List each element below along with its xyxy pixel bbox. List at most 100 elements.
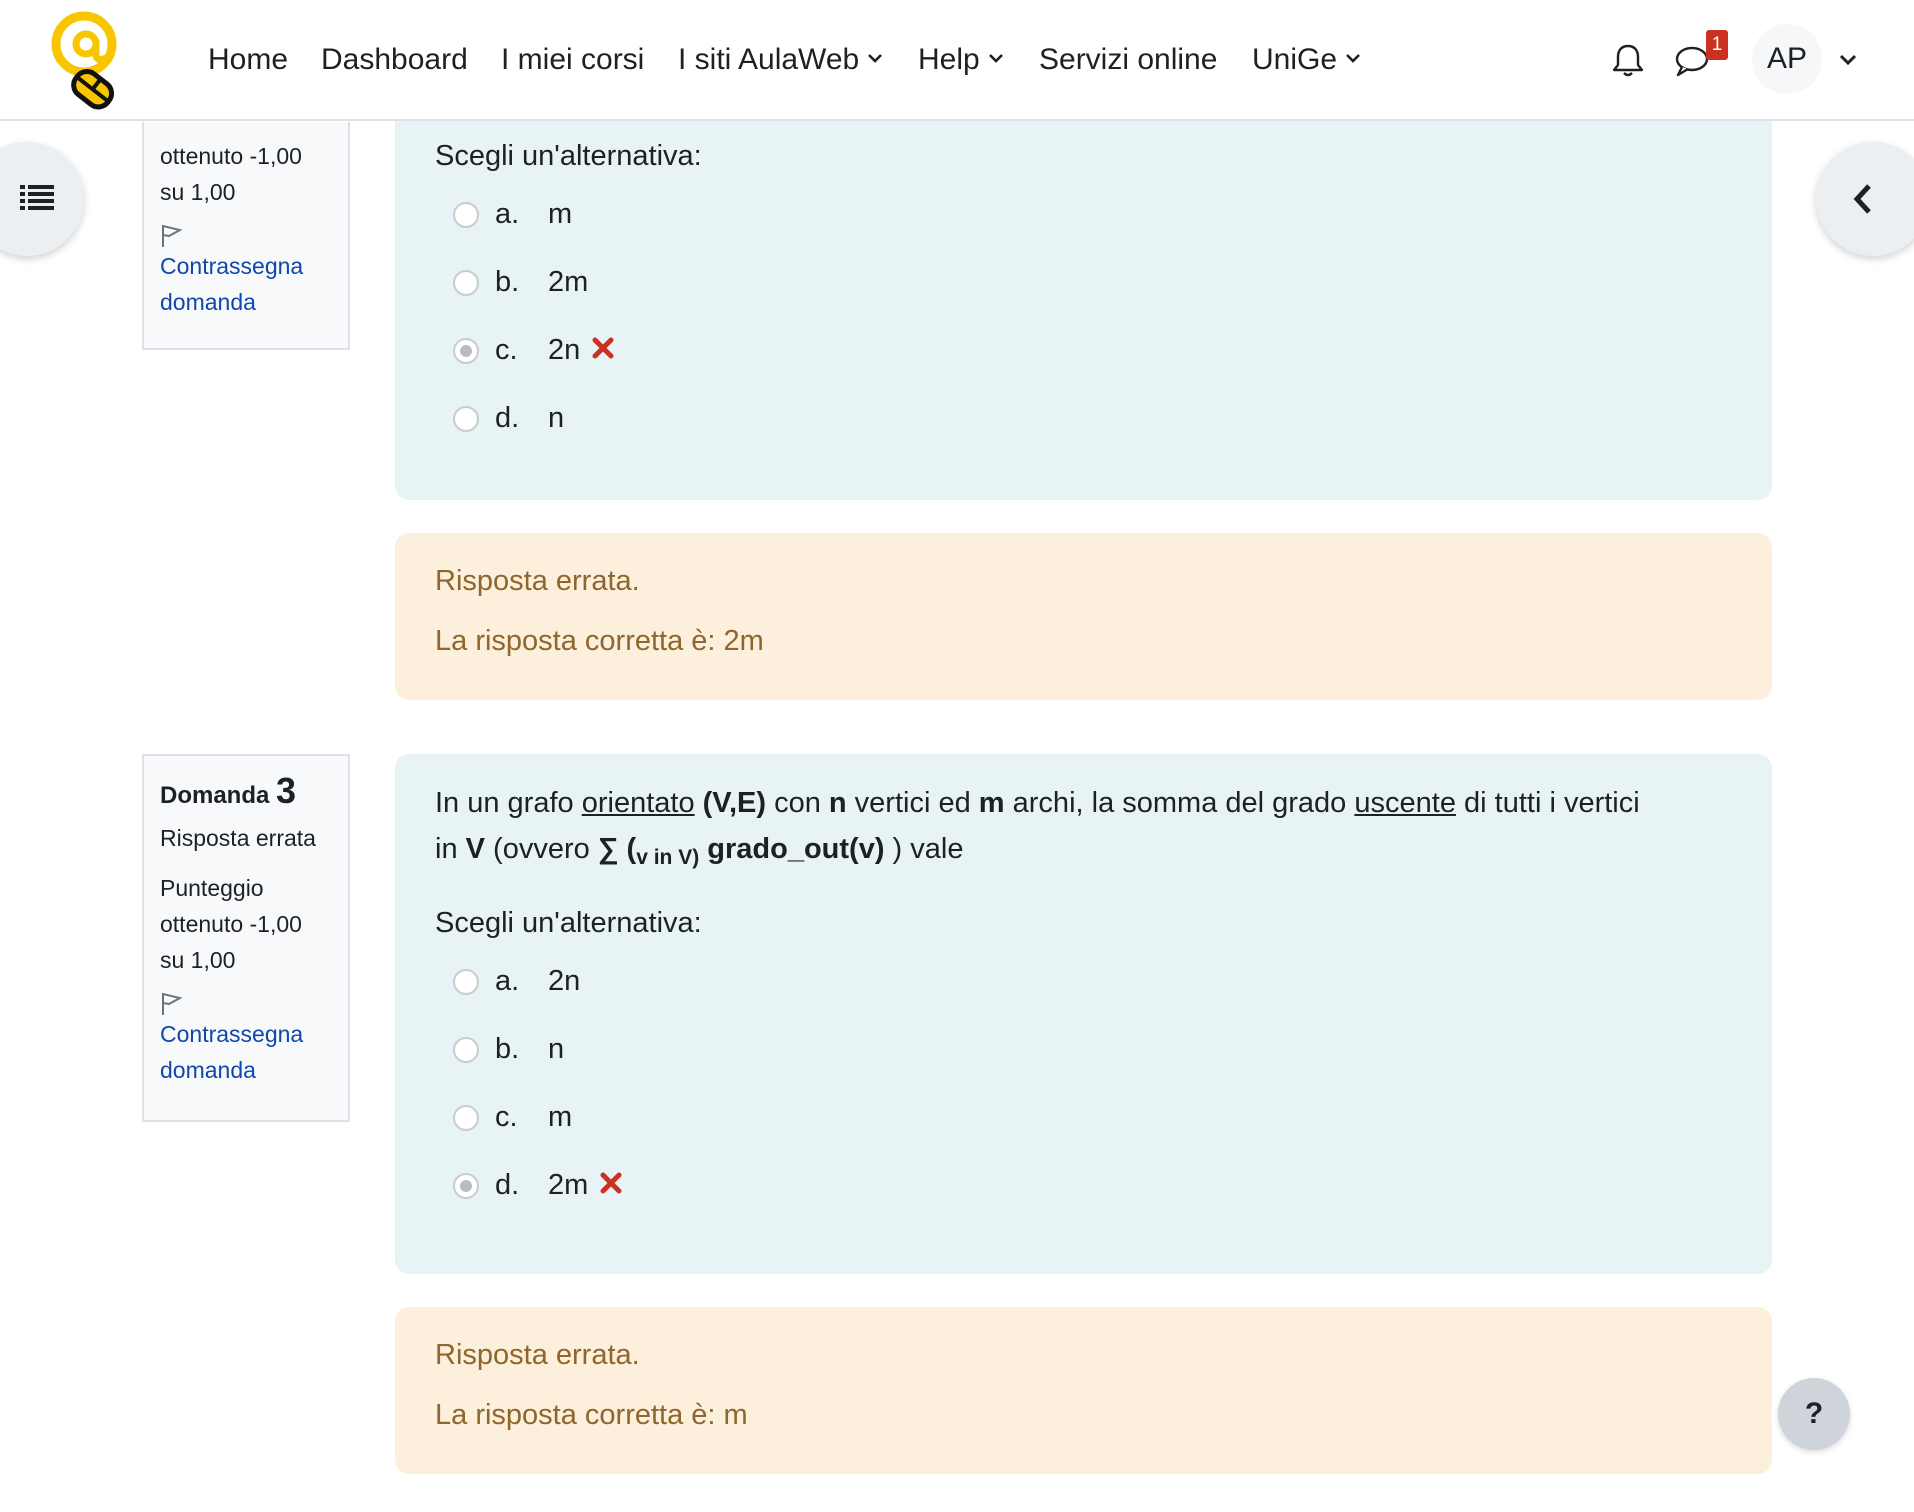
nav-help[interactable]: Help xyxy=(918,40,1004,80)
option-text: 2m xyxy=(548,266,589,298)
block-drawer-toggle[interactable] xyxy=(1816,142,1914,256)
qtext-part: ) vale xyxy=(884,833,964,865)
q3-question-text: In un grafo orientato (V,E) con n vertic… xyxy=(435,780,1732,881)
flag-link-line1: Contrassegna xyxy=(160,253,304,279)
q2-option-c[interactable]: c. 2n xyxy=(435,318,1732,386)
qtext-part: In un grafo xyxy=(435,787,582,819)
q2-grade-line2: su 1,00 xyxy=(160,179,236,205)
nav-help-label: Help xyxy=(918,43,980,76)
nav-dashboard[interactable]: Dashboard xyxy=(321,40,468,80)
q3-option-c[interactable]: c. m xyxy=(435,1085,1732,1153)
q3-question-panel: In un grafo orientato (V,E) con n vertic… xyxy=(395,754,1772,1274)
q3-right-answer: La risposta corretta è: m xyxy=(435,1399,748,1431)
q3-feedback: Risposta errata. xyxy=(435,1339,640,1371)
qtext-part: vertici ed xyxy=(846,787,979,819)
flag-link-line1: Contrassegna xyxy=(160,1021,304,1047)
course-index-toggle[interactable] xyxy=(0,142,84,256)
nav-aulaweb-sites-label: I siti AulaWeb xyxy=(678,43,860,76)
qtext-part: in xyxy=(435,833,466,865)
option-letter: b. xyxy=(495,1033,520,1065)
nav-home[interactable]: Home xyxy=(208,40,288,80)
radio-button[interactable] xyxy=(453,270,479,296)
flag-question-link[interactable]: Contrassegna domanda xyxy=(160,248,332,320)
q2-option-b[interactable]: b. 2m xyxy=(435,250,1732,318)
option-letter: c. xyxy=(495,1101,518,1133)
nav-unige[interactable]: UniGe xyxy=(1252,40,1361,80)
nav-aulaweb-sites[interactable]: I siti AulaWeb xyxy=(678,40,883,80)
nav-unige-label: UniGe xyxy=(1252,43,1338,76)
radio-button[interactable] xyxy=(453,1037,479,1063)
q3-state: Risposta errata xyxy=(160,825,316,851)
qtext-underlined: uscente xyxy=(1354,787,1456,819)
q3-options: a. 2n b. n c. m d. 2m xyxy=(435,949,1732,1221)
chevron-down-icon xyxy=(1346,54,1360,63)
option-letter: a. xyxy=(495,198,520,230)
radio-button-selected[interactable] xyxy=(453,1173,479,1199)
chevron-down-icon[interactable] xyxy=(1838,52,1858,68)
flag-icon[interactable] xyxy=(160,224,182,248)
q2-grade: ottenuto -1,00 su 1,00 xyxy=(160,138,332,210)
qtext-underlined: orientato xyxy=(581,787,695,819)
q2-grade-line1: ottenuto -1,00 xyxy=(160,143,302,169)
q2-right-answer: La risposta corretta è: 2m xyxy=(435,625,764,657)
q3-grade-line2: su 1,00 xyxy=(160,947,236,973)
aulaweb-logo-icon[interactable] xyxy=(46,10,126,110)
q3-grade: Punteggio ottenuto -1,00 su 1,00 xyxy=(160,870,332,978)
qtext-part: con xyxy=(766,787,829,819)
q3-title: Domanda 3 xyxy=(160,770,332,812)
q3-grade-line1: ottenuto -1,00 xyxy=(160,911,302,937)
radio-button[interactable] xyxy=(453,406,479,432)
option-text: 2n xyxy=(548,965,581,997)
q3-option-a[interactable]: a. 2n xyxy=(435,949,1732,1017)
help-button[interactable]: ? xyxy=(1778,1378,1850,1450)
radio-button[interactable] xyxy=(453,202,479,228)
qtext-bold: (V,E) xyxy=(694,787,767,819)
q2-prompt: Scegli un'alternativa: xyxy=(435,140,702,172)
q2-options: a. m b. 2m c. 2n d. n xyxy=(435,182,1732,454)
nav-online-services[interactable]: Servizi online xyxy=(1039,40,1217,80)
radio-button[interactable] xyxy=(453,1105,479,1131)
q2-option-a[interactable]: a. m xyxy=(435,182,1732,250)
radio-button-selected[interactable] xyxy=(453,338,479,364)
messages-icon[interactable] xyxy=(1674,44,1710,78)
message-count-badge: 1 xyxy=(1706,30,1728,60)
question-info-q2: ottenuto -1,00 su 1,00 Contrassegna doma… xyxy=(142,88,350,350)
qtext-part: di tutti i vertici xyxy=(1455,787,1640,819)
qtext-part: (ovvero xyxy=(484,833,598,865)
nav-my-courses[interactable]: I miei corsi xyxy=(501,40,644,80)
chevron-left-icon xyxy=(1853,184,1871,214)
q2-option-d[interactable]: d. n xyxy=(435,386,1732,454)
top-navbar: Home Dashboard I miei corsi I siti AulaW… xyxy=(0,0,1914,121)
q3-option-b[interactable]: b. n xyxy=(435,1017,1732,1085)
question-number: 3 xyxy=(276,770,297,811)
qtext-subscript: v in V) xyxy=(636,846,700,869)
list-icon xyxy=(20,185,54,210)
option-letter: c. xyxy=(495,334,518,366)
user-avatar[interactable]: AP xyxy=(1752,24,1822,94)
flag-icon[interactable] xyxy=(160,992,182,1016)
option-text: m xyxy=(548,1101,573,1133)
option-text: n xyxy=(548,402,565,434)
chevron-down-icon xyxy=(868,54,883,63)
qtext-bold: ∑ ( xyxy=(597,833,637,865)
flag-link-line2: domanda xyxy=(160,289,256,315)
qtext-part: archi, la somma del grado xyxy=(1004,787,1355,819)
incorrect-x-icon xyxy=(592,337,614,359)
chevron-down-icon xyxy=(988,54,1003,63)
q3-option-d[interactable]: d. 2m xyxy=(435,1153,1732,1221)
qtext-bold: n xyxy=(828,787,847,819)
option-text-wrap: 2m xyxy=(548,1165,622,1205)
option-text: 2n xyxy=(548,334,581,366)
question-info-q3: Domanda 3 Risposta errata Punteggio otte… xyxy=(142,754,350,1122)
bell-icon[interactable] xyxy=(1610,42,1646,78)
option-text: m xyxy=(548,198,573,230)
qtext-bold: grado_out(v) xyxy=(699,833,885,865)
flag-question-link[interactable]: Contrassegna domanda xyxy=(160,1016,332,1088)
q2-answer-panel: Scegli un'alternativa: a. m b. 2m c. 2n … xyxy=(395,100,1772,500)
q3-prompt: Scegli un'alternativa: xyxy=(435,907,702,939)
option-letter: b. xyxy=(495,266,520,298)
q2-feedback: Risposta errata. xyxy=(435,565,640,597)
radio-button[interactable] xyxy=(453,969,479,995)
q3-grade-line0: Punteggio xyxy=(160,875,264,901)
qtext-bold: m xyxy=(978,787,1005,819)
